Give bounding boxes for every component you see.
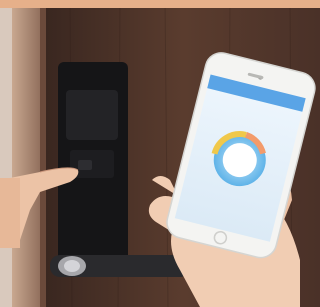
door-frame	[12, 0, 42, 307]
wall-left	[0, 0, 12, 307]
photo-scene	[0, 0, 320, 307]
